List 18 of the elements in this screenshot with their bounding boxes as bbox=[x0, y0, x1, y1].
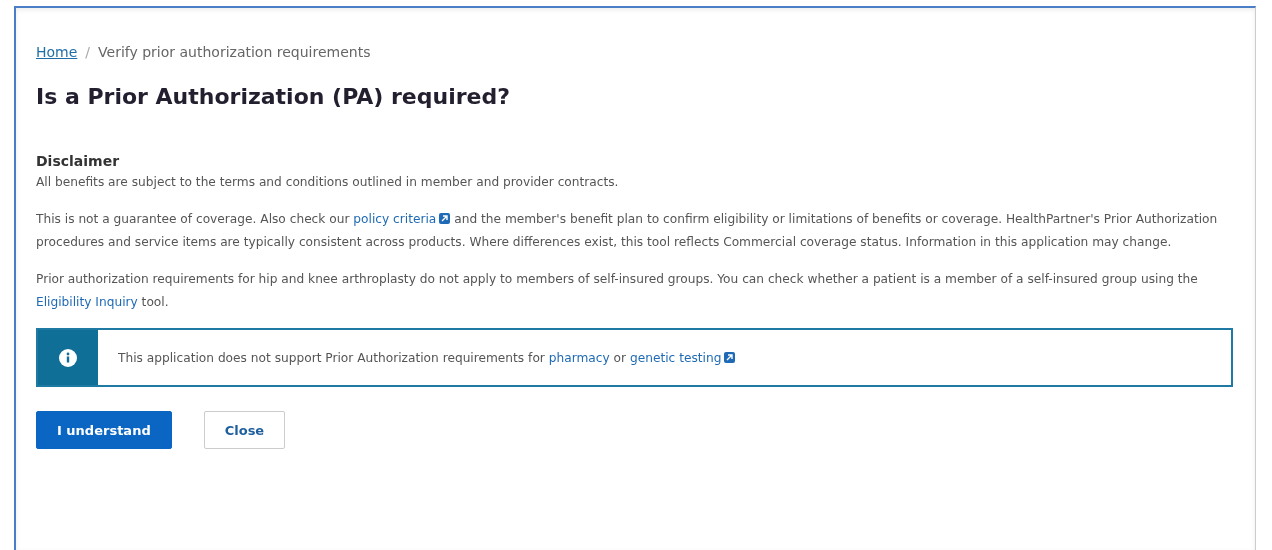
disclaimer-paragraph: Prior authorization requirements for hip and knee arthroplasty do not apply to members of self-insured groups. You can check whether a patient is a member of a self-insured group using the Eligibility Inquiry tool. bbox=[36, 271, 1199, 311]
home-link[interactable]: Home bbox=[36, 44, 78, 60]
disclaimer-paragraph: All benefits are subject to the terms and conditions outlined in member and provider contracts. bbox=[36, 174, 620, 191]
inline-link[interactable]: policy criteria bbox=[353, 212, 451, 226]
inline-link[interactable]: Eligibility Inquiry bbox=[36, 295, 138, 309]
disclaimer-paragraph: This is not a guarantee of coverage. Also check our policy criteria and the member's benefit plan to confirm eligibility or limitations of benefits or coverage. HealthPartner's Prior Authorization procedures and service items are typically consistent across products. Where differences exist, this tool reflects Commercial coverage status. Information in this application may change. bbox=[36, 211, 1219, 251]
external-link-icon bbox=[724, 351, 736, 363]
page-title: Is a Prior Authorization (PA) required? bbox=[36, 84, 511, 109]
disclaimer-heading: Disclaimer bbox=[36, 153, 121, 169]
info-icon bbox=[59, 348, 77, 367]
understand-button[interactable]: I understand bbox=[36, 411, 172, 449]
external-link-icon bbox=[439, 213, 451, 224]
notice-text: This application does not support Prior Authorization requirements for pharmacy or genetic testing bbox=[98, 350, 736, 365]
breadcrumb-separator: / bbox=[85, 44, 91, 60]
inline-link[interactable]: genetic testing bbox=[629, 350, 736, 365]
inline-link[interactable]: pharmacy bbox=[548, 350, 610, 365]
breadcrumb-current: Verify prior authorization requirements bbox=[98, 44, 371, 60]
close-button[interactable]: Close bbox=[203, 411, 286, 449]
